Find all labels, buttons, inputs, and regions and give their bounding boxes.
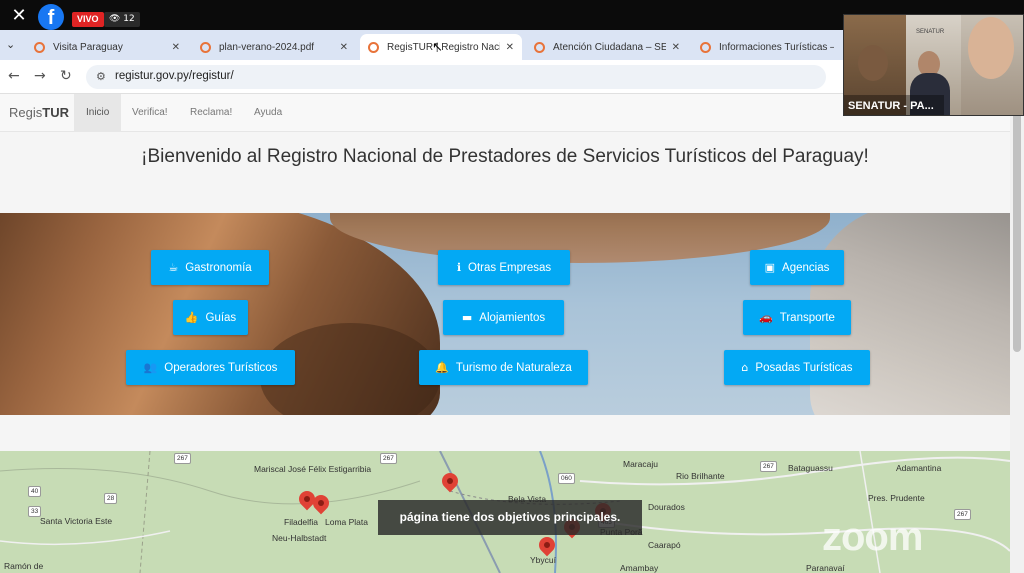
nav-reclama[interactable]: Reclama! [178, 94, 244, 132]
facebook-logo-icon: f [38, 4, 64, 30]
map-road-shield: 40 [28, 486, 42, 497]
agencias-button[interactable]: ▣ Agencias [750, 250, 844, 285]
home-icon: ⌂ [741, 361, 749, 374]
map-road-shield: 267 [380, 453, 397, 464]
site-brand[interactable]: RegisTUR [9, 105, 69, 120]
button-label: Otras Empresas [468, 261, 552, 274]
operadores-turisticos-button[interactable]: 👥 Operadores Turísticos [126, 350, 295, 385]
button-label: Guías [205, 311, 237, 324]
viewer-count: 👁 12 [104, 12, 140, 27]
nav-ayuda[interactable]: Ayuda [242, 94, 294, 132]
tab-plan-verano[interactable]: plan-verano-2024.pdf ✕ [192, 34, 356, 60]
tab-favicon-icon [534, 41, 545, 53]
welcome-heading: ¡Bienvenido al Registro Nacional de Pres… [141, 146, 869, 167]
map-city-label: Neu-Halbstadt [272, 533, 327, 543]
nav-verifica[interactable]: Verifica! [120, 94, 180, 132]
tab-close-icon[interactable]: ✕ [172, 42, 180, 53]
map-road-shield: 33 [28, 506, 42, 517]
map-city-label: Maracaju [623, 459, 658, 469]
reload-icon[interactable]: ↻ [60, 68, 72, 84]
address-bar[interactable]: ⚙ registur.gov.py/registur/ [86, 65, 826, 89]
map-road-shield: 28 [104, 493, 118, 504]
forward-arrow-icon[interactable]: → [34, 68, 46, 84]
map-city-label: Ramón de [4, 561, 44, 571]
zoom-watermark: zoom [822, 515, 923, 559]
nav-inicio[interactable]: Inicio [74, 94, 122, 132]
map-city-label: Pres. Prudente [868, 493, 925, 503]
tab-visita-paraguay[interactable]: Visita Paraguay ✕ [26, 34, 188, 60]
tab-title: plan-verano-2024.pdf [219, 41, 315, 53]
participant-face [858, 45, 888, 81]
map-city-label: Adamantina [896, 463, 942, 473]
scrollbar-thumb[interactable] [1013, 112, 1021, 352]
button-label: Posadas Turísticas [755, 361, 853, 374]
url-text[interactable]: registur.gov.py/registur/ [115, 70, 234, 82]
map-city-label: Santa Victoria Este [40, 516, 113, 526]
close-stream-icon[interactable]: ✕ [9, 6, 29, 26]
transporte-button[interactable]: 🚗 Transporte [743, 300, 851, 335]
live-badge: VIVO [72, 12, 104, 27]
tab-atencion-ciudadana[interactable]: Atención Ciudadana – SENATUR ✕ [526, 34, 688, 60]
map-city-label: Bataguassu [788, 463, 833, 473]
tab-informaciones-turisticas[interactable]: Informaciones Turísticas – S [692, 34, 842, 60]
map-city-label: Rio Brilhante [676, 471, 725, 481]
briefcase-icon: ▣ [764, 261, 776, 274]
tab-close-icon[interactable]: ✕ [672, 42, 680, 53]
button-label: Transporte [779, 311, 835, 324]
mouse-cursor-icon: ↖ [432, 40, 443, 55]
button-label: Gastronomía [185, 261, 252, 274]
button-label: Turismo de Naturaleza [455, 361, 572, 374]
hero-banner: ☕ Gastronomía ℹ Otras Empresas ▣ Agencia… [0, 213, 1010, 415]
tab-favicon-icon [700, 41, 711, 53]
brand-suffix: TUR [42, 105, 69, 120]
senatur-sign: SENATUR [916, 29, 945, 35]
map-road-shield: 060 [558, 473, 575, 484]
live-caption: página tiene dos objetivos principales. [378, 500, 642, 535]
tab-list-chevron-icon[interactable]: ⌄ [6, 38, 15, 51]
tree-icon: 🔔 [435, 361, 449, 374]
map-city-label: Paranavaí [806, 563, 845, 573]
button-label: Operadores Turísticos [164, 361, 278, 374]
participant-name-label: SENATUR - PA... [844, 95, 944, 115]
map-city-label: Loma Plata [325, 517, 368, 527]
button-label: Alojamientos [479, 311, 546, 324]
map-city-label: Caarapó [648, 540, 681, 550]
gastronomia-button[interactable]: ☕ Gastronomía [151, 250, 269, 285]
alojamientos-button[interactable]: ▬ Alojamientos [443, 300, 564, 335]
tab-favicon-icon [368, 41, 379, 53]
map-city-label: Ybycuí [530, 555, 556, 565]
map-city-label: Dourados [648, 502, 685, 512]
otras-empresas-button[interactable]: ℹ Otras Empresas [438, 250, 570, 285]
thumbs-up-icon: 👍 [184, 311, 199, 324]
map-city-label: Mariscal José Félix Estigarribia [254, 464, 372, 474]
tab-favicon-icon [34, 41, 45, 53]
tab-close-icon[interactable]: ✕ [340, 42, 348, 53]
tab-title: RegisTUR | Registro Nacional [387, 41, 500, 53]
back-arrow-icon[interactable]: ← [8, 68, 20, 84]
tab-close-icon[interactable]: ✕ [506, 42, 514, 53]
turismo-de-naturaleza-button[interactable]: 🔔 Turismo de Naturaleza [419, 350, 588, 385]
bed-icon: ▬ [461, 311, 473, 324]
tab-title: Atención Ciudadana – SENATUR [553, 41, 666, 53]
map-city-label: Amambay [620, 563, 659, 573]
tab-title: Informaciones Turísticas – S [719, 41, 834, 53]
map-road-shield: 267 [954, 509, 971, 520]
tab-favicon-icon [200, 41, 211, 53]
map-city-label: Filadelfia [284, 517, 319, 527]
info-icon: ℹ [456, 261, 462, 274]
participant-face [968, 17, 1014, 79]
site-info-icon[interactable]: ⚙ [96, 70, 106, 83]
guias-button[interactable]: 👍 Guías [173, 300, 248, 335]
users-icon: 👥 [143, 361, 158, 374]
map-road-shield: 267 [760, 461, 777, 472]
coffee-icon: ☕ [168, 261, 179, 274]
car-icon: 🚗 [759, 311, 773, 324]
button-label: Agencias [782, 261, 830, 274]
page-scrollbar[interactable] [1010, 94, 1024, 573]
video-participant-thumbnail[interactable]: SENATUR SENATUR - PA... [843, 14, 1024, 116]
posadas-turisticas-button[interactable]: ⌂ Posadas Turísticas [724, 350, 870, 385]
tab-title: Visita Paraguay [53, 41, 123, 53]
brand-prefix: Regis [9, 105, 43, 120]
map-road-shield: 267 [174, 453, 191, 464]
